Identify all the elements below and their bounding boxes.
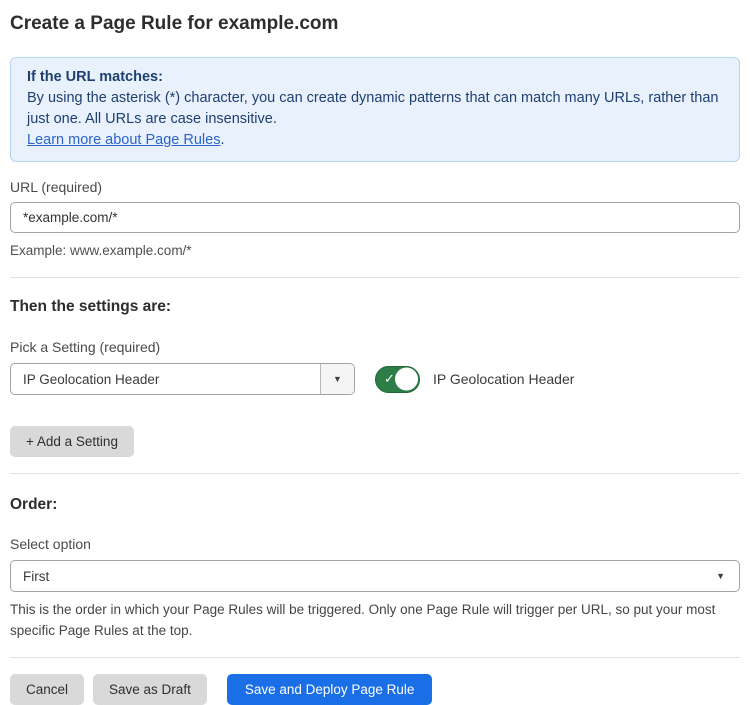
info-box-body: By using the asterisk (*) character, you… <box>27 88 723 130</box>
url-example-hint: Example: www.example.com/* <box>10 240 740 261</box>
order-select-value: First <box>23 569 49 584</box>
setting-select-value: IP Geolocation Header <box>11 372 159 387</box>
page-title: Create a Page Rule for example.com <box>10 12 740 36</box>
footer-divider <box>10 657 740 658</box>
cancel-button[interactable]: Cancel <box>10 674 84 705</box>
learn-more-page-rules-link[interactable]: Learn more about Page Rules <box>27 132 220 148</box>
url-input[interactable] <box>10 202 740 233</box>
caret-down-icon: ▼ <box>716 572 725 581</box>
add-setting-button[interactable]: + Add a Setting <box>10 426 134 457</box>
create-page-rule-form: Create a Page Rule for example.com If th… <box>0 12 750 705</box>
info-link-row: Learn more about Page Rules. <box>27 130 723 151</box>
url-label: URL (required) <box>10 179 740 195</box>
save-as-draft-button[interactable]: Save as Draft <box>93 674 207 705</box>
select-option-label: Select option <box>10 536 740 552</box>
footer-actions: Cancel Save as Draft Save and Deploy Pag… <box>10 674 740 705</box>
setting-select-arrow-button[interactable]: ▼ <box>320 364 354 394</box>
toggle-label: IP Geolocation Header <box>433 371 574 387</box>
url-match-info-box: If the URL matches: By using the asteris… <box>10 57 740 162</box>
setting-select-dropdown[interactable]: IP Geolocation Header ▼ <box>10 363 355 395</box>
order-select-dropdown[interactable]: First ▼ <box>10 560 740 592</box>
order-help-text: This is the order in which your Page Rul… <box>10 599 740 641</box>
caret-down-icon: ▼ <box>333 375 342 384</box>
save-and-deploy-button[interactable]: Save and Deploy Page Rule <box>227 674 433 705</box>
link-period: . <box>220 132 224 148</box>
section-divider <box>10 473 740 474</box>
section-divider <box>10 277 740 278</box>
info-box-heading: If the URL matches: <box>27 67 723 88</box>
setting-row: IP Geolocation Header ▼ ✓ IP Geolocation… <box>10 363 740 395</box>
check-icon: ✓ <box>384 372 395 385</box>
pick-setting-label: Pick a Setting (required) <box>10 339 740 355</box>
ip-geolocation-toggle[interactable]: ✓ <box>375 366 420 393</box>
toggle-knob <box>395 368 418 391</box>
order-section-heading: Order: <box>10 496 740 514</box>
settings-section-heading: Then the settings are: <box>10 298 740 316</box>
